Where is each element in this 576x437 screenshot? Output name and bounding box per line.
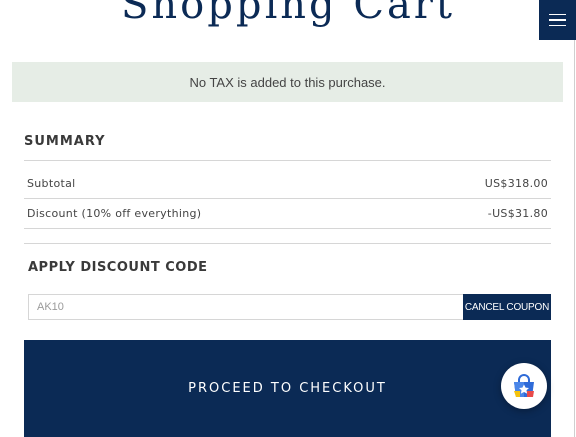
shop-widget-button[interactable] (501, 363, 547, 409)
page-edge-divider (574, 40, 575, 437)
cancel-coupon-button[interactable]: CANCEL COUPON (463, 294, 551, 320)
menu-button[interactable] (539, 0, 576, 40)
subtotal-label: Subtotal (27, 177, 76, 190)
discount-row: Discount (10% off everything) -US$31.80 (27, 207, 548, 220)
discount-code-value: AK10 (37, 301, 64, 313)
apply-discount-heading: APPLY DISCOUNT CODE (28, 260, 208, 275)
discount-label: Discount (10% off everything) (27, 207, 202, 220)
subtotal-value: US$318.00 (484, 177, 548, 190)
shopping-cart-page: Shopping Cart No TAX is added to this pu… (0, 0, 576, 437)
hamburger-menu-icon (549, 13, 566, 16)
subtotal-row: Subtotal US$318.00 (27, 177, 548, 190)
row-divider (24, 228, 551, 229)
summary-heading: SUMMARY (24, 134, 106, 149)
page-title: Shopping Cart (121, 0, 455, 28)
tax-notice-text: No TAX is added to this purchase. (189, 74, 386, 90)
shopping-bag-star-icon (514, 374, 534, 397)
section-divider (24, 243, 551, 244)
checkout-label: PROCEED TO CHECKOUT (188, 381, 387, 396)
discount-code-input[interactable]: AK10 (28, 294, 464, 320)
proceed-to-checkout-button[interactable]: PROCEED TO CHECKOUT (24, 340, 551, 437)
tax-notice: No TAX is added to this purchase. (12, 62, 563, 102)
summary-divider (24, 160, 551, 161)
discount-value: -US$31.80 (487, 207, 548, 220)
row-divider (24, 198, 551, 199)
